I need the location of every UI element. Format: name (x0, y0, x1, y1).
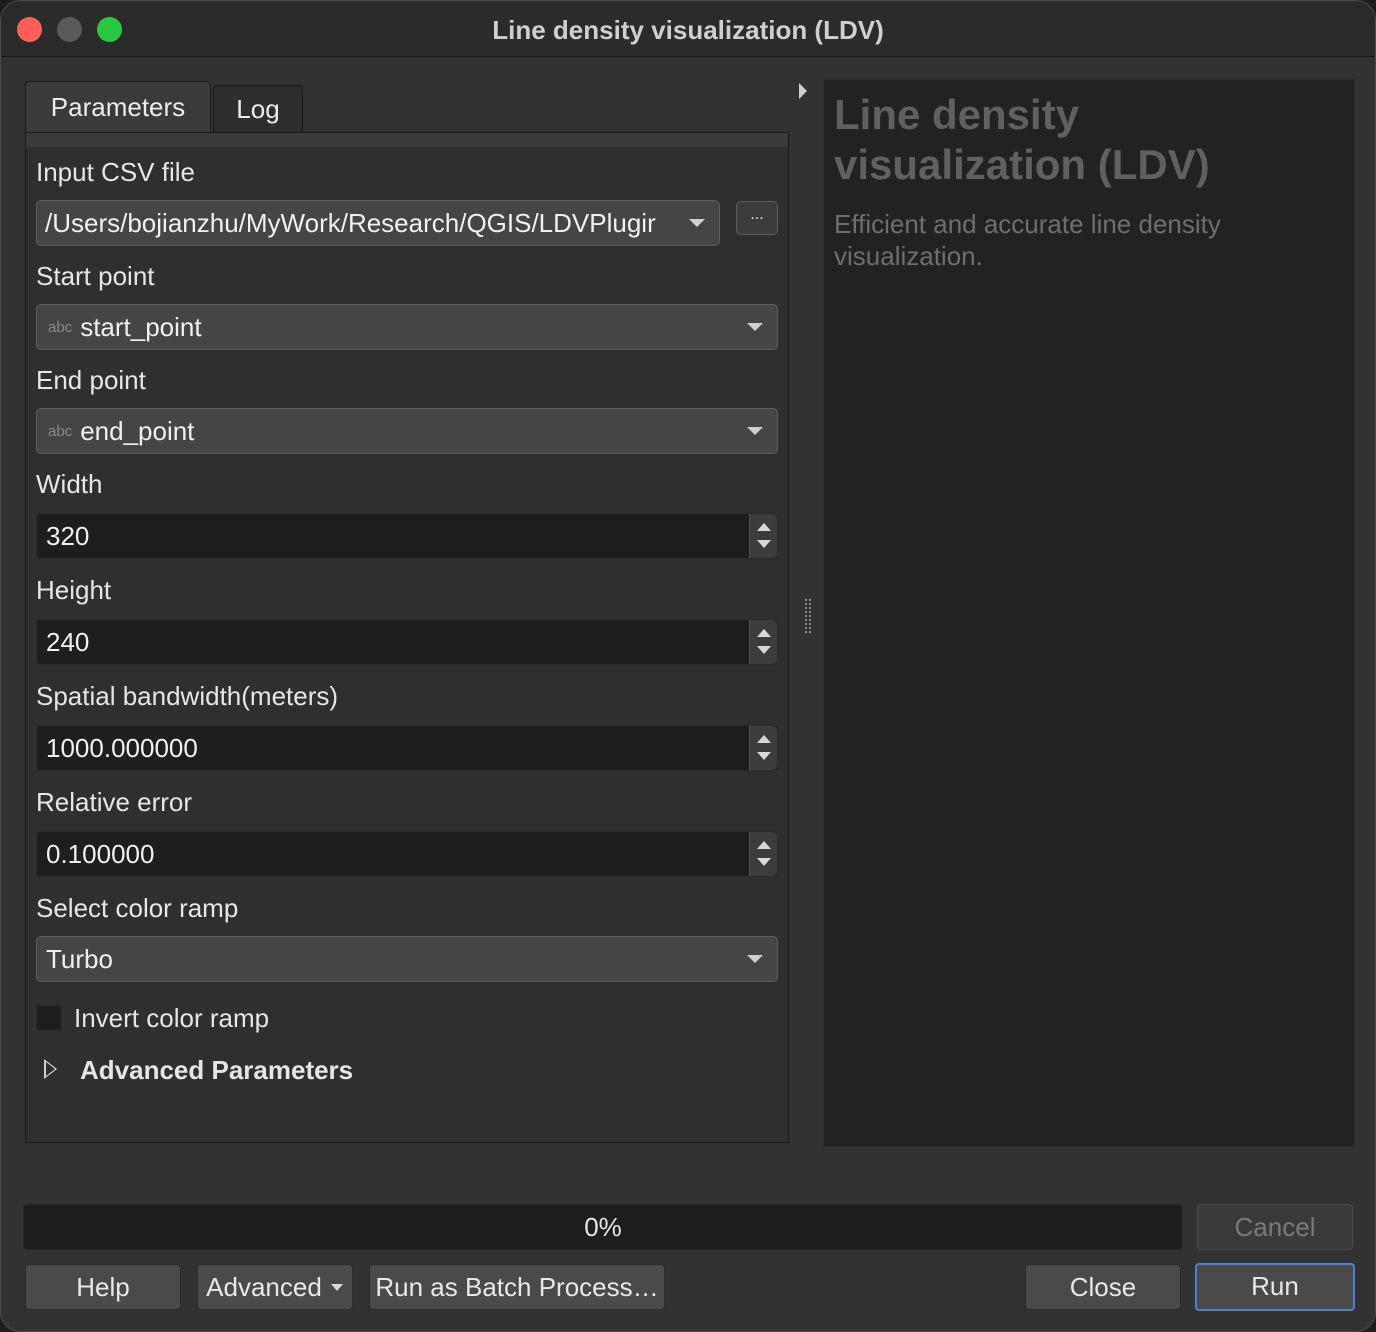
tab-log[interactable]: Log (213, 85, 303, 133)
help-panel: Line density visualization (LDV) Efficie… (823, 79, 1355, 1147)
width-stepper[interactable] (749, 514, 777, 558)
run-button[interactable]: Run (1195, 1263, 1355, 1311)
start-point-label: Start point (36, 261, 155, 291)
window-title: Line density visualization (LDV) (492, 15, 884, 45)
field-type-icon: abc (48, 318, 73, 336)
browse-button[interactable]: ... (736, 201, 778, 235)
width-value: 320 (46, 520, 90, 551)
arrow-down-icon (757, 858, 771, 866)
close-button[interactable]: Close (1025, 1264, 1181, 1310)
chevron-down-icon (747, 323, 763, 331)
parameters-panel: Input CSV file /Users/bojianzhu/MyWork/R… (25, 132, 789, 1143)
color-ramp-value: Turbo (46, 943, 113, 974)
arrow-down-icon (757, 540, 771, 548)
end-point-combo[interactable]: abc end_point (36, 408, 778, 454)
height-label: Height (36, 575, 112, 605)
progress-label: 0% (584, 1212, 622, 1242)
help-description: Efficient and accurate line density visu… (834, 209, 1221, 271)
relative-error-label: Relative error (36, 787, 193, 817)
arrow-up-icon (757, 523, 771, 531)
arrow-up-icon (757, 841, 771, 849)
width-label: Width (36, 469, 103, 499)
invert-color-ramp-checkbox[interactable] (36, 1005, 62, 1031)
expand-triangle-icon[interactable] (44, 1059, 57, 1079)
bandwidth-label: Spatial bandwidth(meters) (36, 681, 339, 711)
title-bar: Line density visualization (LDV) (1, 1, 1375, 57)
bandwidth-spinbox[interactable]: 1000.000000 (36, 725, 778, 771)
height-stepper[interactable] (749, 620, 777, 664)
splitter-handle[interactable] (805, 599, 811, 633)
field-type-icon: abc (48, 422, 73, 440)
progress-bar: 0% (23, 1204, 1183, 1250)
advanced-button[interactable]: Advanced (197, 1264, 353, 1310)
relative-error-value: 0.100000 (46, 838, 155, 869)
arrow-down-icon (757, 752, 771, 760)
bandwidth-stepper[interactable] (749, 726, 777, 770)
start-point-combo[interactable]: abc start_point (36, 304, 778, 350)
end-point-value: end_point (80, 415, 195, 446)
dialog-window: Line density visualization (LDV) Paramet… (0, 0, 1376, 1332)
arrow-up-icon (757, 735, 771, 743)
end-point-label: End point (36, 365, 146, 395)
chevron-down-icon (747, 427, 763, 435)
relative-error-stepper[interactable] (749, 832, 777, 876)
invert-color-ramp-label[interactable]: Invert color ramp (74, 1003, 269, 1034)
collapse-arrow-icon[interactable] (799, 83, 807, 99)
cancel-button[interactable]: Cancel (1197, 1204, 1353, 1250)
bandwidth-value: 1000.000000 (46, 732, 198, 763)
width-spinbox[interactable]: 320 (36, 513, 778, 559)
help-button[interactable]: Help (25, 1264, 181, 1310)
relative-error-spinbox[interactable]: 0.100000 (36, 831, 778, 877)
start-point-value: start_point (80, 311, 202, 342)
input-csv-value: /Users/bojianzhu/MyWork/Research/QGIS/LD… (45, 207, 656, 238)
arrow-down-icon (757, 646, 771, 654)
input-csv-label: Input CSV file (36, 157, 195, 187)
arrow-up-icon (757, 629, 771, 637)
color-ramp-combo[interactable]: Turbo (36, 936, 778, 982)
tab-parameters[interactable]: Parameters (25, 81, 211, 133)
chevron-down-icon (331, 1284, 343, 1291)
input-csv-combo[interactable]: /Users/bojianzhu/MyWork/Research/QGIS/LD… (36, 200, 720, 246)
advanced-parameters-toggle[interactable]: Advanced Parameters (80, 1055, 353, 1086)
run-batch-button[interactable]: Run as Batch Process… (369, 1264, 665, 1310)
help-title: Line density visualization (LDV) (834, 91, 1210, 188)
height-spinbox[interactable]: 240 (36, 619, 778, 665)
color-ramp-label: Select color ramp (36, 893, 239, 923)
height-value: 240 (46, 626, 90, 657)
chevron-down-icon (689, 219, 705, 227)
chevron-down-icon (747, 955, 763, 963)
